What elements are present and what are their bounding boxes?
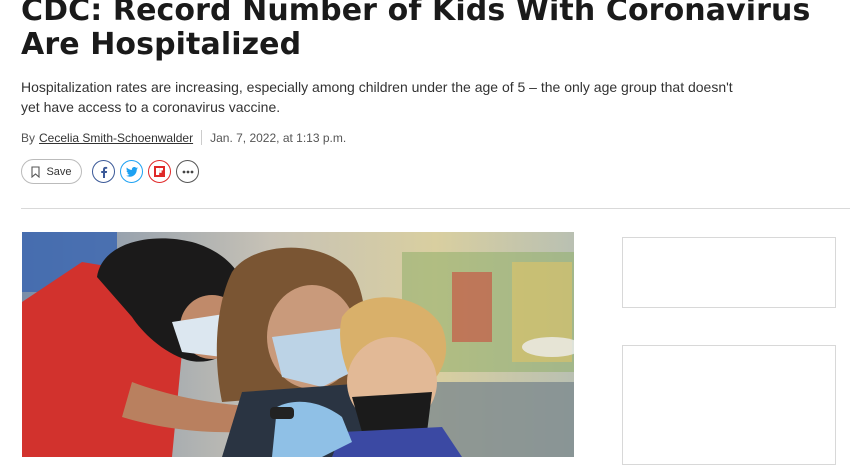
facebook-share-button[interactable]	[92, 160, 115, 183]
save-button[interactable]: Save	[21, 159, 82, 184]
article-photo	[22, 232, 574, 457]
byline-separator	[201, 130, 203, 145]
flipboard-share-button[interactable]	[148, 160, 171, 183]
sidebar-ad-slot-2	[622, 345, 836, 465]
byline: By Cecelia Smith-Schoenwalder Jan. 7, 20…	[21, 130, 346, 145]
article-subheadline: Hospitalization rates are increasing, es…	[21, 79, 733, 115]
facebook-icon	[100, 166, 107, 178]
more-icon	[182, 170, 193, 173]
twitter-icon	[125, 166, 138, 177]
author-link[interactable]: Cecelia Smith-Schoenwalder	[39, 131, 193, 145]
section-divider	[21, 208, 850, 209]
article-headline: CDC: Record Number of Kids With Coronavi…	[21, 0, 811, 62]
twitter-share-button[interactable]	[120, 160, 143, 183]
save-label: Save	[46, 165, 72, 178]
bookmark-icon	[31, 165, 41, 178]
sidebar-ad-slot-1	[622, 237, 836, 308]
publish-date: Jan. 7, 2022, at 1:13 p.m.	[210, 130, 347, 145]
vaccination-photo-illustration	[22, 232, 574, 457]
byline-prefix: By	[21, 130, 36, 145]
more-share-button[interactable]	[176, 160, 199, 183]
flipboard-icon	[154, 166, 165, 177]
article-actions: Save	[21, 159, 204, 184]
